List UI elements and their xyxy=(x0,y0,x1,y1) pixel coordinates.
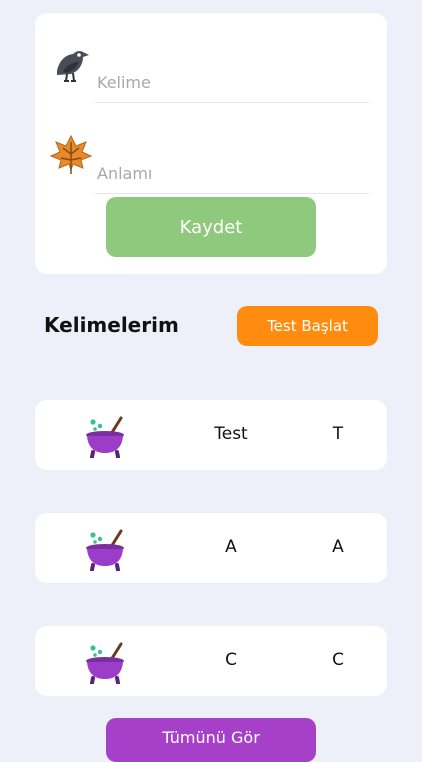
word-list-item[interactable]: A A xyxy=(35,513,387,583)
meaning-input[interactable] xyxy=(95,153,369,194)
meaning-text: C xyxy=(332,650,344,670)
save-button[interactable]: Kaydet xyxy=(106,197,316,257)
crow-icon xyxy=(57,50,89,82)
word-text: A xyxy=(225,537,237,557)
word-input[interactable] xyxy=(95,62,369,103)
meaning-text: T xyxy=(332,424,344,444)
word-text: Test xyxy=(214,424,248,444)
cauldron-icon xyxy=(86,529,124,571)
word-text: C xyxy=(225,650,237,670)
my-words-title: Kelimelerim xyxy=(44,313,179,337)
meaning-text: A xyxy=(332,537,344,557)
meaning-field-row xyxy=(49,126,369,206)
word-list-item[interactable]: Test T xyxy=(35,400,387,470)
cauldron-icon xyxy=(86,416,124,458)
word-list-item[interactable]: C C xyxy=(35,626,387,696)
view-all-button[interactable]: Tümünü Gör xyxy=(106,718,316,762)
leaf-icon xyxy=(49,134,93,174)
cauldron-icon xyxy=(86,642,124,684)
word-field-row xyxy=(49,35,369,115)
start-test-button[interactable]: Test Başlat xyxy=(237,306,378,346)
